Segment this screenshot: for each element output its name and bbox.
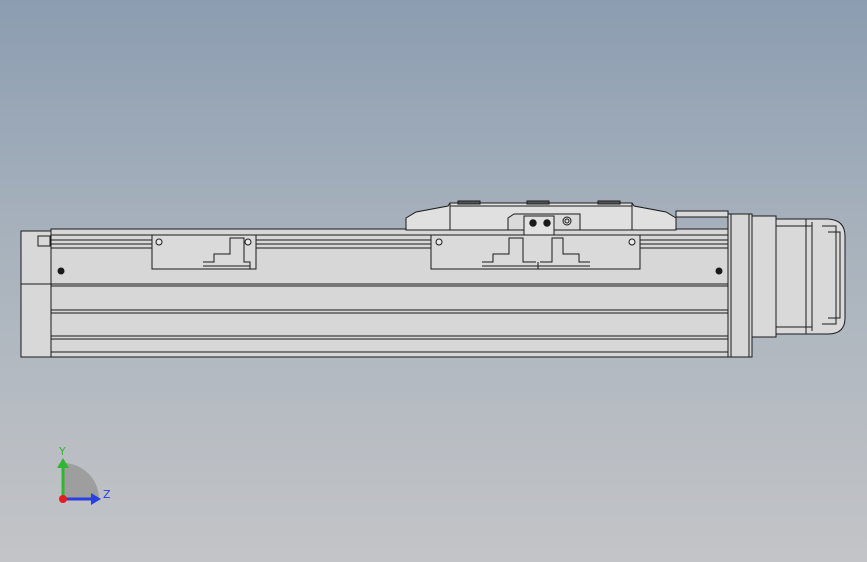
right-clamp-block xyxy=(430,234,641,270)
motor-flange xyxy=(727,213,753,358)
mount-hole-left xyxy=(57,267,65,275)
z-axis-label: Z xyxy=(103,488,111,501)
triad-quadrant xyxy=(63,463,99,499)
left-clamp-block xyxy=(151,234,257,270)
axis-triad: Y Z xyxy=(57,445,111,505)
linear-actuator-drawing: Y Z xyxy=(20,200,846,505)
mount-hole-right xyxy=(715,267,723,275)
motor-body xyxy=(751,215,846,338)
x-axis-dot-icon xyxy=(59,495,67,503)
y-axis-arrow-icon xyxy=(57,458,69,468)
cad-viewport[interactable]: Y Z xyxy=(0,0,867,562)
left-end-cap xyxy=(20,230,52,358)
y-axis-label: Y xyxy=(58,445,66,458)
